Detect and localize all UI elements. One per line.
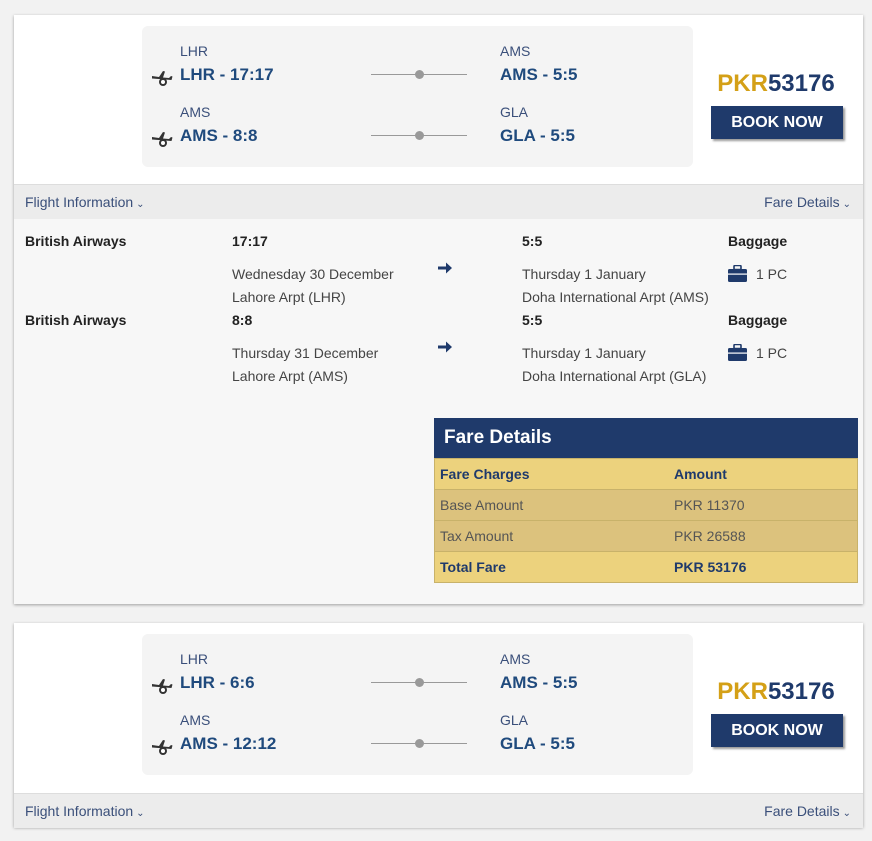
plane-takeoff-icon [152,740,173,755]
segment-departure-airport: Lahore Arpt (LHR) [232,289,346,305]
price-amount: 53176 [767,678,835,705]
baggage-value: 1 PC [756,345,788,361]
book-now-button[interactable]: BOOK NOW [711,106,843,139]
segment-arrival-date: Thursday 1 January [522,345,646,361]
segment-arrival-date: Thursday 1 January [522,266,646,282]
departure-code: AMS [180,104,211,120]
fare-total-row: Total Fare PKR 53176 [434,552,858,583]
fare-charges-header: Fare Charges [440,466,530,482]
chevron-down-icon: ⌄ [136,808,145,819]
segment-arrival-time: 5:5 [522,233,543,249]
route-connector [371,70,467,80]
fare-details-toggle[interactable]: Fare Details ⌄ [764,194,851,210]
segment-departure-date: Thursday 31 December [232,345,379,361]
fare-details-title: Fare Details [434,418,858,458]
plane-takeoff-icon [152,132,173,147]
flight-segment: British Airways 17:17 Wednesday 30 Decem… [14,229,863,307]
route-connector [371,131,467,141]
route-leg: LHR LHR - 6:6 AMS AMS - 5:5 [142,651,693,707]
flight-result-card: LHR LHR - 6:6 AMS AMS - 5:5 AMS AMS - 12… [14,623,863,828]
chevron-down-icon: ⌄ [842,808,851,819]
route-leg: AMS AMS - 12:12 GLA GLA - 5:5 [142,712,693,768]
flight-result-card: LHR LHR - 17:17 AMS AMS - 5:5 AMS AMS - … [14,15,863,604]
flight-segment: British Airways 8:8 Thursday 31 December… [14,308,863,386]
airline-name: British Airways [25,312,127,328]
segment-arrival-airport: Doha International Arpt (AMS) [522,289,709,305]
total-fare-label: Total Fare [440,559,506,575]
arrival-time: AMS - 5:5 [500,65,578,84]
book-now-button[interactable]: BOOK NOW [711,714,843,747]
departure-code: AMS [180,712,211,728]
departure-code: LHR [180,651,209,667]
arrow-right-icon [438,262,452,274]
flight-information-label: Flight Information [25,194,134,210]
info-bar: Flight Information ⌄ Fare Details ⌄ [14,184,863,219]
arrival-time: AMS - 5:5 [500,673,578,692]
airline-name: British Airways [25,233,127,249]
plane-takeoff-icon [152,71,173,86]
flight-information-toggle[interactable]: Flight Information ⌄ [25,803,145,819]
chevron-down-icon: ⌄ [136,199,145,210]
price: PKR53176 [711,678,841,706]
departure-time: AMS - 8:8 [180,126,258,145]
baggage-label: Baggage [728,233,788,249]
route-summary: LHR LHR - 17:17 AMS AMS - 5:5 AMS AMS - … [142,26,693,167]
segment-arrival-time: 5:5 [522,312,543,328]
price-currency: PKR [717,70,768,97]
fare-details-table: Fare Details Fare Charges Amount Base Am… [434,418,858,583]
plane-takeoff-icon [152,679,173,694]
price-amount: 53176 [767,70,835,97]
suitcase-icon [728,265,747,282]
arrival-code: AMS [500,651,531,667]
fare-details-toggle[interactable]: Fare Details ⌄ [764,803,851,819]
arrival-time: GLA - 5:5 [500,126,575,145]
route-leg: AMS AMS - 8:8 GLA GLA - 5:5 [142,104,693,160]
fare-row: Base Amount PKR 11370 [434,490,858,521]
fare-row-value: PKR 26588 [674,528,746,544]
fare-details-label: Fare Details [764,803,840,819]
info-bar: Flight Information ⌄ Fare Details ⌄ [14,793,863,828]
segment-departure-time: 8:8 [232,312,253,328]
route-summary: LHR LHR - 6:6 AMS AMS - 5:5 AMS AMS - 12… [142,634,693,775]
amount-header: Amount [674,466,727,482]
chevron-down-icon: ⌄ [842,199,851,210]
route-connector [371,739,467,749]
flight-information-label: Flight Information [25,803,134,819]
baggage-label: Baggage [728,312,788,328]
segment-departure-date: Wednesday 30 December [232,266,394,282]
segment-departure-airport: Lahore Arpt (AMS) [232,368,348,384]
fare-table-header: Fare Charges Amount [434,458,858,490]
segment-arrival-airport: Doha International Arpt (GLA) [522,368,707,384]
fare-row: Tax Amount PKR 26588 [434,521,858,552]
fare-row-value: PKR 11370 [674,497,745,513]
suitcase-icon [728,344,747,361]
route-leg: LHR LHR - 17:17 AMS AMS - 5:5 [142,43,693,99]
arrival-code: GLA [500,104,529,120]
arrival-code: GLA [500,712,529,728]
departure-time: LHR - 6:6 [180,673,255,692]
arrival-code: AMS [500,43,531,59]
baggage-value: 1 PC [756,266,788,282]
arrow-right-icon [438,341,452,353]
segment-departure-time: 17:17 [232,233,268,249]
departure-time: AMS - 12:12 [180,734,277,753]
price: PKR53176 [711,70,841,98]
fare-details-label: Fare Details [764,194,840,210]
flight-information-toggle[interactable]: Flight Information ⌄ [25,194,145,210]
route-connector [371,678,467,688]
price-currency: PKR [717,678,768,705]
departure-time: LHR - 17:17 [180,65,274,84]
departure-code: LHR [180,43,209,59]
arrival-time: GLA - 5:5 [500,734,575,753]
total-fare-value: PKR 53176 [674,559,747,575]
fare-row-label: Base Amount [440,497,524,513]
flight-details-panel: British Airways 17:17 Wednesday 30 Decem… [14,219,863,604]
fare-row-label: Tax Amount [440,528,514,544]
